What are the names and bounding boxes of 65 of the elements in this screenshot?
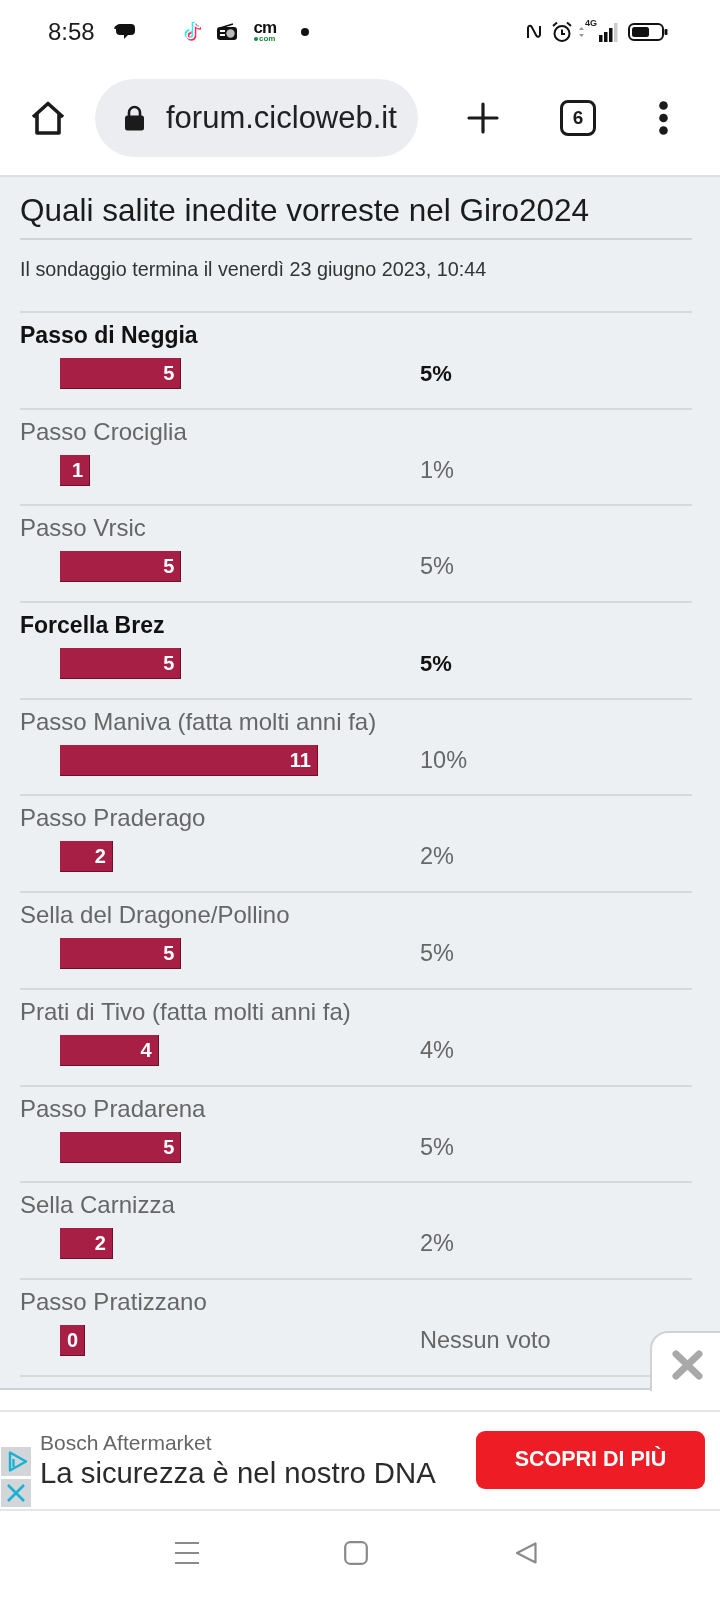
- vote-percent: Nessun voto: [420, 1325, 551, 1355]
- alarm-clock-icon: [551, 21, 573, 43]
- topic-title-link[interactable]: Quali salite inedite vorreste nel Giro2024: [20, 192, 590, 228]
- radio-icon: [215, 23, 238, 41]
- music-note-icon: [183, 21, 204, 43]
- option-label: Passo Pradarena: [20, 1095, 207, 1122]
- option-label: Passo Praderago: [20, 805, 207, 832]
- more-options-icon[interactable]: [659, 100, 668, 135]
- vote-percent: 10%: [420, 745, 468, 775]
- network-type: 4G: [585, 18, 597, 28]
- cta-button[interactable]: SCOPRI DI PIÙ: [476, 1431, 705, 1490]
- advertiser-name: Bosch Aftermarket: [40, 1431, 213, 1456]
- vote-bar: 1: [60, 454, 91, 486]
- plus-icon[interactable]: [467, 101, 499, 134]
- close-button[interactable]: [650, 1330, 720, 1391]
- back-icon[interactable]: [514, 1540, 538, 1565]
- vote-percent: 5%: [420, 360, 452, 388]
- logo-subtext: com: [259, 35, 276, 43]
- vote-bar: 0: [60, 1324, 86, 1356]
- vote-percent: 5%: [420, 1132, 454, 1162]
- vote-bar: 2: [60, 1228, 113, 1260]
- dot-icon: [254, 37, 258, 41]
- square-icon[interactable]: [344, 1540, 368, 1565]
- vote-percent: 5%: [420, 552, 454, 582]
- option-label: Sella Carnizza: [20, 1192, 176, 1219]
- home-icon[interactable]: [30, 99, 66, 136]
- option-label: Passo Pratizzano: [20, 1288, 208, 1315]
- lock-icon: [124, 104, 145, 131]
- ad-headline: La sicurezza è nel nostro DNA: [40, 1457, 436, 1490]
- close-icon[interactable]: [1, 1478, 31, 1507]
- data-arrows-icon: [579, 27, 584, 37]
- vote-bar: 2: [60, 841, 113, 873]
- nfc-icon: [526, 23, 542, 41]
- vote-bar: 5: [60, 1131, 182, 1163]
- vote-percent: 5%: [420, 650, 452, 679]
- notification-dot-icon: [300, 28, 309, 36]
- vote-percent: 5%: [420, 939, 454, 969]
- chat-bubble-icon: [113, 23, 136, 41]
- option-label: Passo Maniva (fatta molti anni fa): [20, 708, 378, 735]
- vote-percent: 1%: [420, 455, 454, 485]
- vote-percent: 2%: [420, 1229, 454, 1259]
- signal-icon: [599, 22, 618, 42]
- option-label: Passo Vrsic: [20, 515, 147, 542]
- option-label: Prati di Tivo (fatta molti anni fa): [20, 998, 352, 1025]
- logo-text: cm: [253, 21, 276, 35]
- vote-percent: 4%: [420, 1035, 454, 1065]
- address-bar[interactable]: forum.cicloweb.it: [95, 78, 418, 157]
- battery-icon: [628, 23, 668, 41]
- vote-bar: 11: [60, 744, 318, 776]
- vote-percent: 2%: [420, 842, 454, 872]
- vote-bar: 5: [60, 551, 182, 583]
- poll-end-note: Il sondaggio termina il venerdì 23 giugno 2023, 10:44: [20, 258, 488, 280]
- menu-icon[interactable]: [174, 1540, 200, 1565]
- close-icon: [672, 1349, 703, 1380]
- vote-bar: 5: [60, 358, 182, 389]
- vote-bar: 5: [60, 938, 182, 970]
- option-label: Passo Crociglia: [20, 418, 188, 445]
- option-label: Sella del Dragone/Pollino: [20, 902, 291, 929]
- option-label: Forcella Brez: [20, 612, 166, 639]
- ad-info-icon[interactable]: [1, 1446, 31, 1476]
- tab-switcher-button[interactable]: 6: [560, 99, 596, 136]
- option-label: Passo di Neggia: [20, 322, 199, 348]
- vote-bar: 5: [60, 648, 182, 680]
- clock-time: 8:58: [48, 18, 95, 46]
- vote-bar: 4: [60, 1034, 159, 1066]
